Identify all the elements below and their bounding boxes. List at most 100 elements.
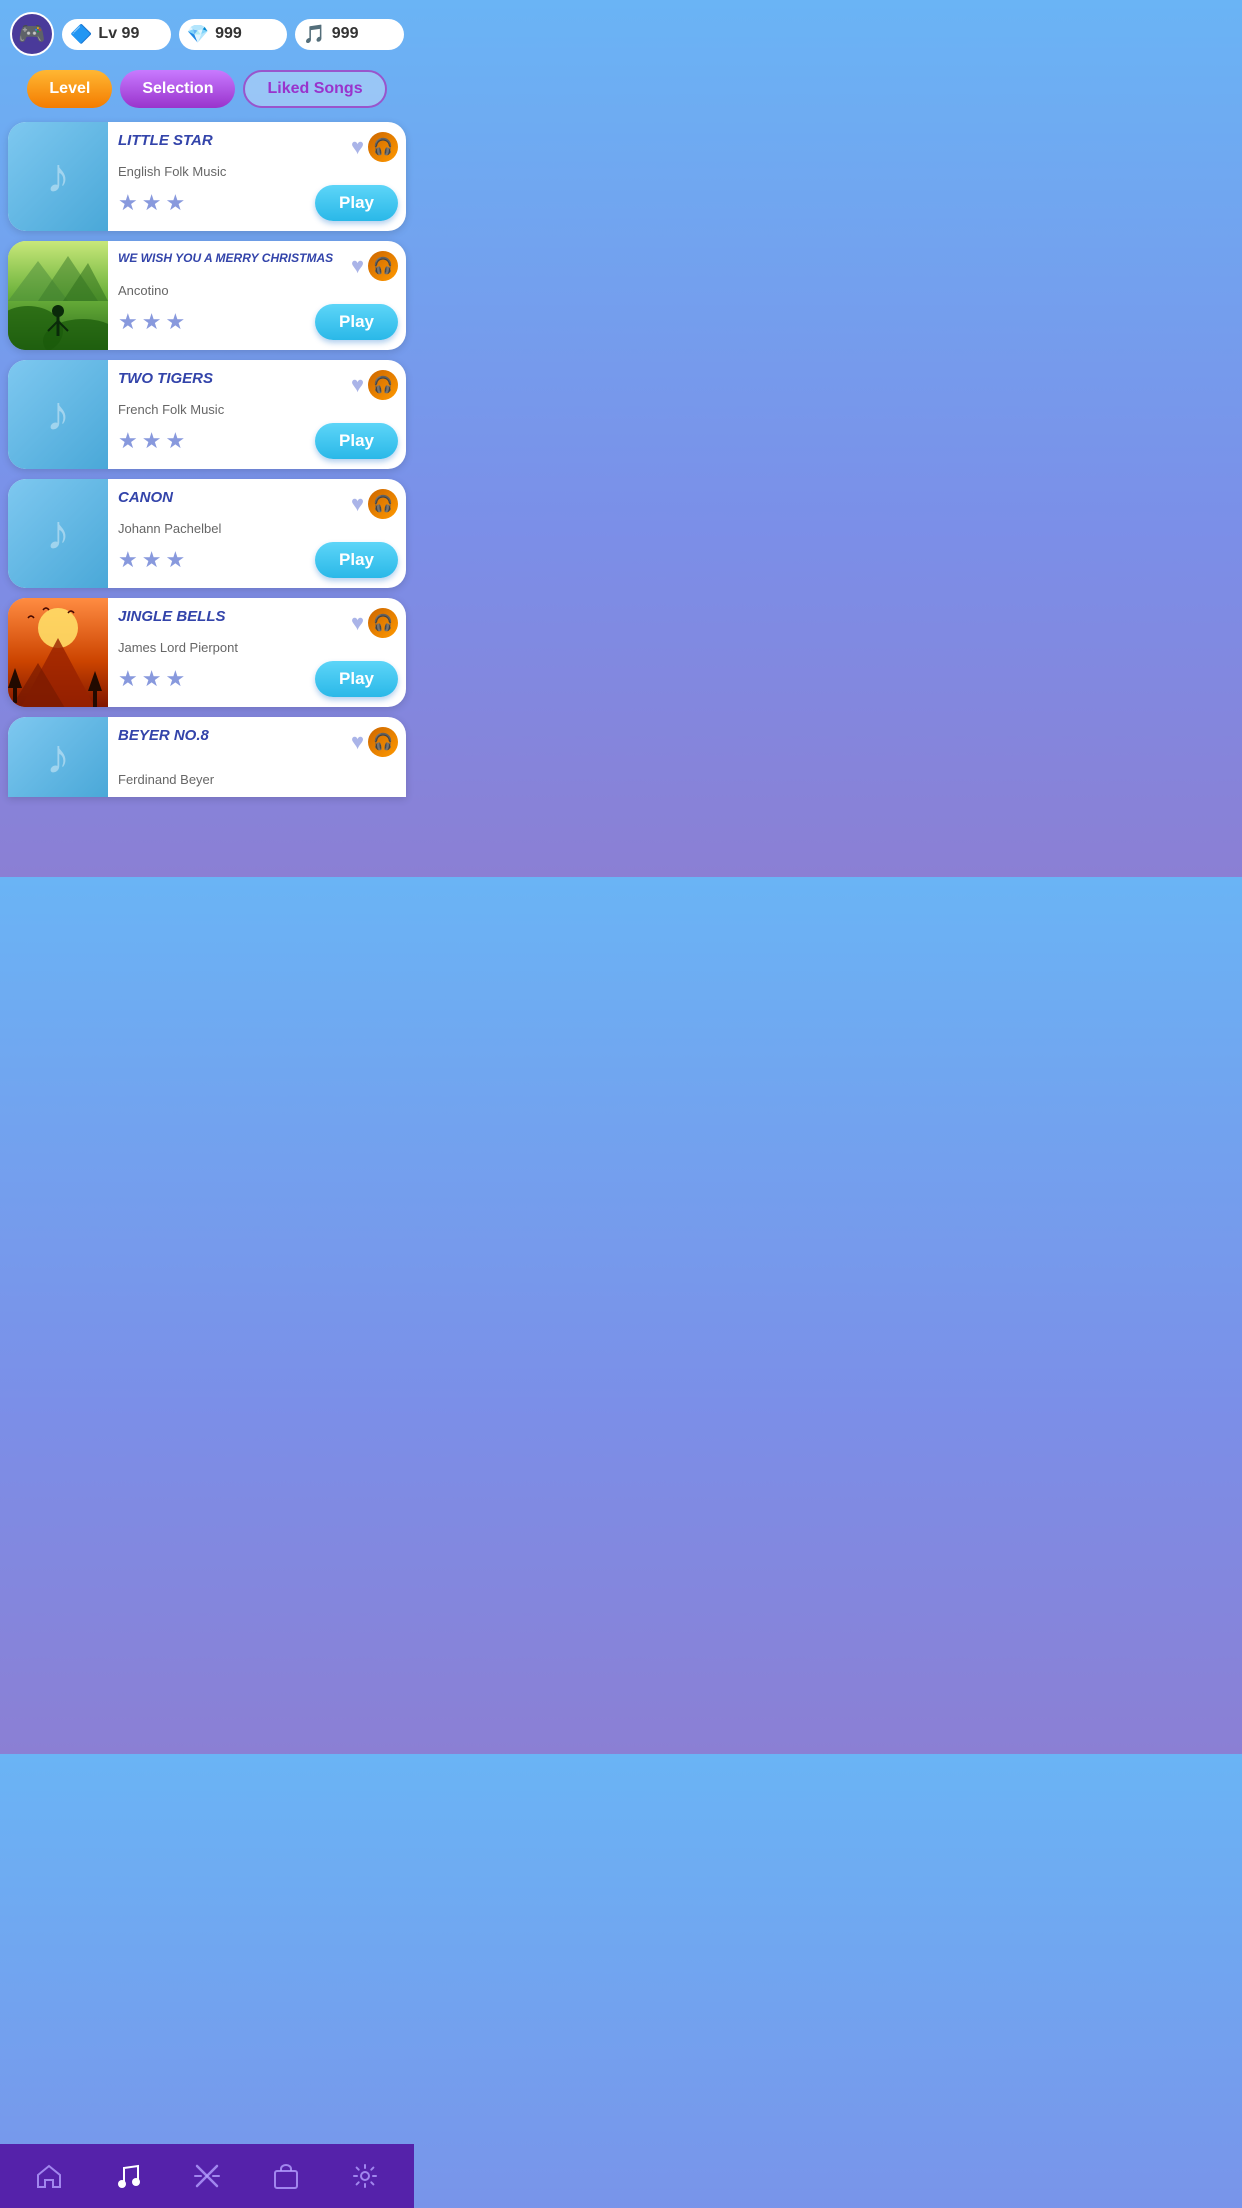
song-card-little-star: ♪ LITTLE STAR ♥ 🎧 English Folk Music ★ ★…	[8, 122, 406, 231]
song-bottom-row-tigers: ★ ★ ★ Play	[118, 423, 398, 459]
song-info-jingle-bells: JINGLE BELLS ♥ 🎧 James Lord Pierpont ★ ★…	[108, 598, 406, 707]
song-card-we-wish: WE WISH YOU A MERRY CHRISTMAS ♥ 🎧 Ancoti…	[8, 241, 406, 350]
song-artist-beyer: Ferdinand Beyer	[118, 772, 398, 787]
song-thumb-jingle-bells	[8, 598, 108, 707]
heart-icon-canon[interactable]: ♥	[351, 491, 364, 517]
song-info-little-star: LITTLE STAR ♥ 🎧 English Folk Music ★ ★ ★…	[108, 122, 406, 231]
tab-row: Level Selection Liked Songs	[0, 64, 414, 122]
headphone-badge-tigers[interactable]: 🎧	[368, 370, 398, 400]
star-3: ★	[165, 190, 185, 216]
song-card-jingle-bells: JINGLE BELLS ♥ 🎧 James Lord Pierpont ★ ★…	[8, 598, 406, 707]
song-title-little-star: LITTLE STAR	[118, 132, 351, 150]
stars-canon: ★ ★ ★	[118, 547, 185, 573]
coins-value: 999	[332, 25, 359, 43]
song-artist-we-wish: Ancotino	[118, 283, 398, 298]
star-1: ★	[118, 666, 138, 692]
song-actions-tigers: ♥ 🎧	[351, 370, 398, 400]
stars-tigers: ★ ★ ★	[118, 428, 185, 454]
song-actions-canon: ♥ 🎧	[351, 489, 398, 519]
song-info-canon: CANON ♥ 🎧 Johann Pachelbel ★ ★ ★ Play	[108, 479, 406, 588]
song-top-row-we-wish: WE WISH YOU A MERRY CHRISTMAS ♥ 🎧	[118, 251, 398, 281]
nav-settings[interactable]	[337, 2154, 393, 2198]
headphone-badge-beyer[interactable]: 🎧	[368, 727, 398, 757]
stars-little-star: ★ ★ ★	[118, 190, 185, 216]
song-actions-we-wish: ♥ 🎧	[351, 251, 398, 281]
song-info-beyer: BEYER NO.8 ♥ 🎧 Ferdinand Beyer	[108, 717, 406, 797]
shop-icon	[272, 2162, 300, 2190]
heart-icon-jingle[interactable]: ♥	[351, 610, 364, 636]
song-bottom-row-jingle: ★ ★ ★ Play	[118, 661, 398, 697]
star-1: ★	[118, 190, 138, 216]
song-title-we-wish: WE WISH YOU A MERRY CHRISTMAS	[118, 251, 351, 265]
gems-icon: 💎	[187, 24, 209, 45]
song-bottom-row-we-wish: ★ ★ ★ Play	[118, 304, 398, 340]
music-note-icon: ♪	[46, 149, 70, 204]
nav-shop[interactable]	[258, 2154, 314, 2198]
level-value: Lv 99	[98, 25, 139, 43]
play-button-little-star[interactable]: Play	[315, 185, 398, 221]
headphone-badge-we-wish[interactable]: 🎧	[368, 251, 398, 281]
song-info-we-wish: WE WISH YOU A MERRY CHRISTMAS ♥ 🎧 Ancoti…	[108, 241, 406, 350]
top-bar: 🎮 🔷 Lv 99 💎 999 🎵 999	[0, 0, 414, 64]
play-button-we-wish[interactable]: Play	[315, 304, 398, 340]
stars-we-wish: ★ ★ ★	[118, 309, 185, 335]
headphone-badge-jingle[interactable]: 🎧	[368, 608, 398, 638]
music-note-icon-canon: ♪	[46, 506, 70, 561]
music-note-icon-beyer: ♪	[46, 730, 70, 785]
song-artist-little-star: English Folk Music	[118, 164, 398, 179]
song-card-beyer: ♪ BEYER NO.8 ♥ 🎧 Ferdinand Beyer	[8, 717, 406, 797]
nav-music[interactable]	[100, 2154, 156, 2198]
song-artist-two-tigers: French Folk Music	[118, 402, 398, 417]
song-artist-jingle-bells: James Lord Pierpont	[118, 640, 398, 655]
play-button-two-tigers[interactable]: Play	[315, 423, 398, 459]
song-thumb-we-wish	[8, 241, 108, 350]
battle-icon	[193, 2162, 221, 2190]
song-info-two-tigers: TWO TIGERS ♥ 🎧 French Folk Music ★ ★ ★ P…	[108, 360, 406, 469]
song-thumb-little-star: ♪	[8, 122, 108, 231]
heart-icon[interactable]: ♥	[351, 134, 364, 160]
tab-level[interactable]: Level	[27, 70, 112, 108]
music-icon	[114, 2162, 142, 2190]
bottom-nav	[0, 2144, 414, 2208]
song-title-canon: CANON	[118, 489, 351, 507]
level-pill: 🔷 Lv 99	[62, 19, 171, 50]
song-actions-jingle: ♥ 🎧	[351, 608, 398, 638]
headphone-badge[interactable]: 🎧	[368, 132, 398, 162]
song-card-canon: ♪ CANON ♥ 🎧 Johann Pachelbel ★ ★ ★ Play	[8, 479, 406, 588]
heart-icon-we-wish[interactable]: ♥	[351, 253, 364, 279]
song-thumb-canon: ♪	[8, 479, 108, 588]
star-3: ★	[165, 547, 185, 573]
play-button-canon[interactable]: Play	[315, 542, 398, 578]
star-2: ★	[142, 190, 162, 216]
star-2: ★	[142, 666, 162, 692]
star-2: ★	[142, 309, 162, 335]
song-title-two-tigers: TWO TIGERS	[118, 370, 351, 388]
song-bottom-row: ★ ★ ★ Play	[118, 185, 398, 221]
gems-pill: 💎 999	[179, 19, 288, 50]
song-top-row-jingle: JINGLE BELLS ♥ 🎧	[118, 608, 398, 638]
headphone-badge-canon[interactable]: 🎧	[368, 489, 398, 519]
song-thumb-beyer: ♪	[8, 717, 108, 797]
jingle-scene	[8, 598, 108, 707]
tab-selection[interactable]: Selection	[120, 70, 235, 108]
star-3: ★	[165, 309, 185, 335]
avatar[interactable]: 🎮	[10, 12, 54, 56]
home-icon	[35, 2162, 63, 2190]
nav-home[interactable]	[21, 2154, 77, 2198]
stars-jingle: ★ ★ ★	[118, 666, 185, 692]
coins-icon: 🎵	[303, 24, 325, 45]
song-title-jingle-bells: JINGLE BELLS	[118, 608, 351, 626]
heart-icon-tigers[interactable]: ♥	[351, 372, 364, 398]
nav-battle[interactable]	[179, 2154, 235, 2198]
play-button-jingle-bells[interactable]: Play	[315, 661, 398, 697]
music-note-icon-tigers: ♪	[46, 387, 70, 442]
star-2: ★	[142, 428, 162, 454]
tab-liked[interactable]: Liked Songs	[243, 70, 386, 108]
song-top-row-canon: CANON ♥ 🎧	[118, 489, 398, 519]
song-list: ♪ LITTLE STAR ♥ 🎧 English Folk Music ★ ★…	[0, 122, 414, 807]
gems-value: 999	[215, 25, 242, 43]
star-3: ★	[165, 428, 185, 454]
settings-icon	[351, 2162, 379, 2190]
heart-icon-beyer[interactable]: ♥	[351, 729, 364, 755]
song-thumb-two-tigers: ♪	[8, 360, 108, 469]
